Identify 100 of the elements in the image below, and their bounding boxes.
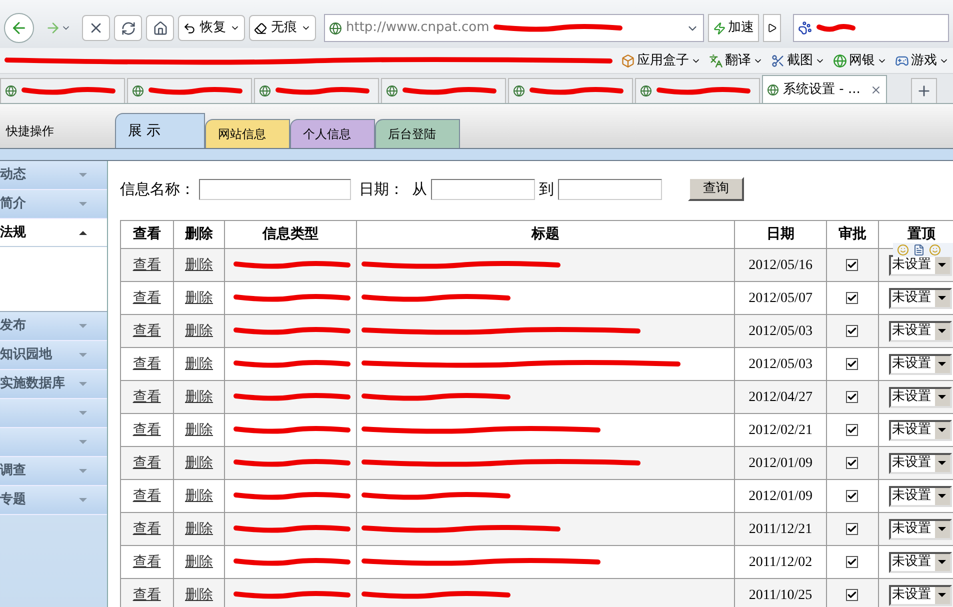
bookmark-button[interactable]: 截图 [771,50,825,70]
approval-checkbox[interactable] [846,424,858,436]
query-button[interactable]: 查询 [688,177,744,201]
sidebar-item[interactable]: 简介 [0,190,107,219]
browser-tab[interactable] [508,78,633,103]
tab-title: 系统设置 - ... [783,80,860,99]
approval-checkbox[interactable] [846,391,858,403]
forward-arrow-icon [45,20,61,36]
page-icon [329,22,342,34]
refresh-button[interactable] [114,15,142,41]
check-icon [847,326,858,336]
check-icon [847,392,858,402]
restore-button[interactable]: 恢复 [178,15,245,41]
address-bar[interactable]: http://www.cnpat.com [324,14,704,42]
pin-select[interactable]: 未设置 [888,420,952,440]
speed-up-button[interactable]: 加速 [708,14,759,42]
start-date-input[interactable] [431,178,535,200]
pin-select[interactable]: 未设置 [888,288,952,308]
to-label: 到 [539,178,554,200]
approval-checkbox[interactable] [846,523,858,535]
dropdown-arrow-icon [938,263,946,267]
sidebar-item[interactable]: 实施数据库 [0,370,107,399]
undo-arrow-icon [183,22,196,34]
bookmark-button[interactable]: 应用盒子 [621,50,701,70]
bookmark-button[interactable]: 游戏 [895,50,949,70]
approval-checkbox[interactable] [846,490,858,502]
sidebar-item[interactable]: 调查 [0,457,107,486]
check-icon [847,359,858,369]
pin-select[interactable]: 未设置 [888,386,952,408]
close-icon[interactable] [870,84,882,96]
pin-select[interactable]: 未设置 [888,486,952,506]
back-button[interactable] [4,13,34,43]
redaction-mark [816,22,856,34]
browser-tab[interactable]: 系统设置 - ... [762,75,887,103]
approval-checkbox[interactable] [846,556,858,568]
eraser-icon [254,22,267,34]
globe-icon [833,54,847,68]
end-date-input[interactable] [558,178,662,200]
check-icon [847,557,858,567]
browser-tab[interactable] [381,78,506,103]
private-mode-button[interactable]: 无痕 [249,15,316,41]
browser-tab[interactable] [254,78,379,103]
expand-arrow-icon [79,353,87,357]
page-icon [513,85,525,97]
stop-button[interactable] [82,15,110,41]
bookmark-button[interactable]: 网银 [833,50,887,70]
pin-select[interactable]: 未设置 [888,518,952,540]
tab[interactable]: 个人信息 [290,119,375,148]
dropdown-arrow-icon [938,428,946,432]
sidebar-item[interactable]: 法规 [0,219,107,247]
check-icon [847,491,858,501]
from-label: 从 [412,178,427,200]
browser-tab[interactable] [0,78,125,103]
pin-select[interactable]: 未设置 [888,552,952,572]
refresh-icon [120,20,136,36]
document-icon[interactable] [913,244,925,256]
tab[interactable]: 展 示 [115,113,205,148]
check-icon [847,524,858,534]
approval-checkbox[interactable] [846,358,858,370]
approval-checkbox[interactable] [846,292,858,304]
approval-checkbox[interactable] [846,589,858,601]
column-header: 查看 [120,220,174,248]
check-icon [847,458,858,468]
page-icon [5,85,17,97]
home-button[interactable] [146,15,174,41]
approval-checkbox[interactable] [846,259,858,271]
dropdown-arrow-icon [938,329,946,333]
name-input[interactable] [199,178,351,200]
bookmark-button[interactable]: 翻译 [709,50,763,70]
tab[interactable]: 网站信息 [205,119,290,148]
check-icon [847,293,858,303]
play-button[interactable] [763,14,781,42]
sidebar-item[interactable]: 动态 [0,161,107,190]
plus-icon [916,83,932,99]
tab[interactable]: 后台登陆 [375,119,460,148]
gamepad-icon [895,54,909,68]
cube-icon [621,54,635,68]
play-icon [767,23,777,33]
dropdown-arrow-icon [938,527,946,531]
scissors-icon [771,54,785,68]
pin-select[interactable]: 未设置 [888,452,952,474]
dropdown-arrow-icon [938,395,946,399]
pin-select[interactable]: 未设置 [888,354,952,374]
page-icon [640,85,652,97]
dropdown-arrow-icon [938,296,946,300]
quick-actions-label: 快捷操作 [4,123,55,140]
browser-tab[interactable] [127,78,252,103]
new-tab-button[interactable] [911,78,937,103]
sidebar-item[interactable]: 知识园地 [0,341,107,370]
approval-checkbox[interactable] [846,325,858,337]
pin-select[interactable]: 未设置 [888,320,952,342]
pin-select[interactable]: 未设置 [888,584,952,606]
expand-arrow-icon [79,469,87,473]
sidebar-item[interactable]: 专题 [0,486,107,515]
browser-tab[interactable] [635,78,760,103]
paw-icon [798,21,812,35]
search-field[interactable] [793,14,949,42]
translate-icon [709,54,723,68]
column-header: 标题 [356,220,734,248]
approval-checkbox[interactable] [846,457,858,469]
